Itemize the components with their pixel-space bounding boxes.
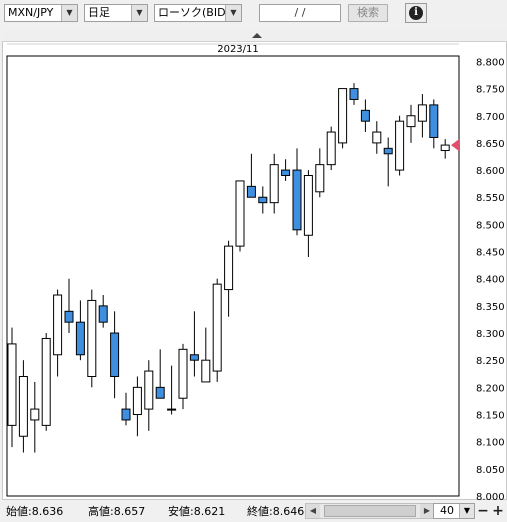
price-tick-label: 8.350: [476, 302, 505, 313]
price-tick-label: 8.200: [476, 383, 505, 394]
plus-icon[interactable]: +: [491, 503, 505, 519]
zoom-select[interactable]: 40 ▼: [433, 503, 475, 519]
candle-body: [360, 109, 370, 122]
close-value: 終値:8.646: [247, 505, 305, 518]
price-tick-label: 8.450: [476, 248, 505, 259]
scroll-right-icon[interactable]: ▶: [420, 504, 434, 518]
chart-scrollbar[interactable]: ◀ ▶: [305, 503, 435, 519]
price-tick-label: 8.000: [476, 492, 505, 500]
candle-body: [167, 408, 177, 411]
candle-body: [64, 310, 74, 323]
candle-body: [258, 196, 268, 204]
candle-body: [178, 348, 188, 399]
candle-body: [395, 120, 405, 171]
candle-body: [98, 305, 108, 323]
low-value: 安値:8.621: [168, 505, 226, 518]
candle-body: [246, 185, 256, 198]
price-tick-label: 8.150: [476, 411, 505, 422]
candle-body: [132, 386, 142, 416]
price-tick-label: 8.300: [476, 329, 505, 340]
candle-body: [75, 321, 85, 356]
candle-body: [7, 343, 17, 426]
scrollbar-thumb[interactable]: [324, 505, 416, 517]
candle-body: [121, 408, 131, 421]
candle-body: [110, 332, 120, 377]
high-value: 高値:8.657: [88, 505, 146, 518]
price-tick-label: 8.100: [476, 438, 505, 449]
candle-body: [212, 283, 222, 372]
candle-body: [18, 375, 28, 437]
candle-body: [349, 88, 359, 100]
candle-body: [235, 180, 245, 247]
candle-body: [155, 386, 165, 399]
candle-body: [201, 359, 211, 383]
candle-body: [281, 169, 291, 177]
price-tick-label: 8.700: [476, 112, 505, 123]
candle-body: [338, 88, 348, 144]
candle-body: [224, 245, 234, 291]
candle-body: [269, 164, 279, 204]
candle-body: [429, 104, 439, 138]
candle-body: [315, 164, 325, 193]
candle-body: [406, 115, 416, 128]
price-tick-label: 8.550: [476, 193, 505, 204]
candle-body: [383, 147, 393, 155]
candle-body: [144, 370, 154, 410]
candle-body: [87, 299, 97, 377]
candle-body: [41, 337, 51, 426]
price-tick-label: 8.400: [476, 275, 505, 286]
candle-body: [326, 131, 336, 166]
price-tick-label: 8.800: [476, 57, 505, 68]
candle-body: [292, 169, 302, 231]
price-tick-label: 8.250: [476, 356, 505, 367]
month-label: 2023/11: [217, 44, 259, 55]
price-tick-label: 8.050: [476, 465, 505, 476]
price-tick-label: 8.650: [476, 139, 505, 150]
minus-icon[interactable]: −: [476, 503, 490, 519]
candle-body: [440, 144, 450, 152]
candle-body: [303, 175, 313, 236]
candle-body: [417, 104, 427, 122]
scroll-left-icon[interactable]: ◀: [306, 504, 320, 518]
candle-body: [30, 408, 40, 421]
candle-body: [53, 294, 63, 356]
open-value: 始値:8.636: [6, 505, 64, 518]
price-tick-label: 8.600: [476, 166, 505, 177]
candlestick-chart[interactable]: 2023/11 8.800 8.750 8.700 8.650 8.600 8.550 8.5…: [0, 0, 507, 500]
zoom-value: 40: [440, 504, 454, 517]
chevron-down-icon[interactable]: ▼: [459, 504, 474, 518]
candle-body: [189, 354, 199, 361]
price-tick-label: 8.500: [476, 220, 505, 231]
candle-body: [372, 131, 382, 144]
price-tick-label: 8.750: [476, 85, 505, 96]
